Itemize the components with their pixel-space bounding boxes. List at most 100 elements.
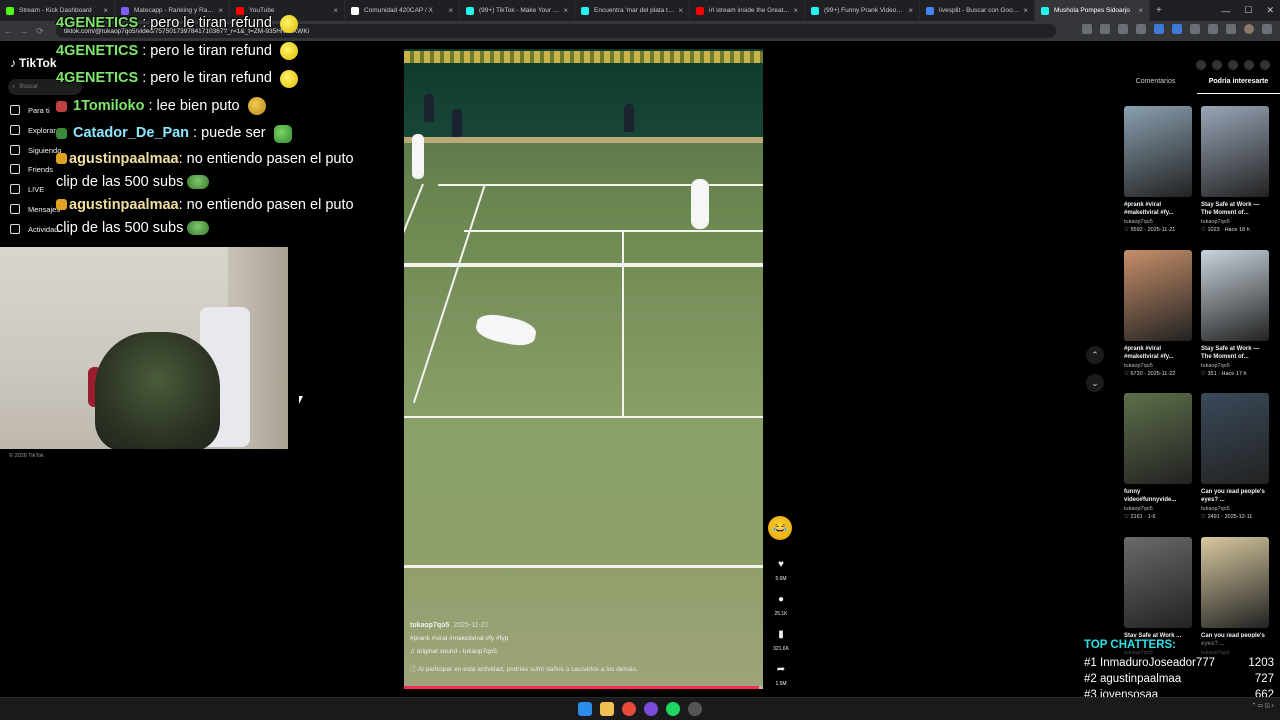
save-action[interactable]: ▮ 321.6K [770, 625, 792, 653]
recommended-video-card[interactable]: Stay Safe at Work —The Moment of... tukao… [1201, 250, 1269, 377]
sidebar-item-3[interactable]: Friends [10, 162, 53, 176]
zoom-icon[interactable] [1118, 24, 1128, 34]
recommended-video-card[interactable]: Can you read people's eyes? ... tukaop7qo… [1201, 393, 1269, 520]
card-title[interactable]: #prank #viral #makeitviral #fy... [1124, 345, 1192, 361]
video-thumbnail[interactable] [1124, 250, 1192, 341]
recommended-video-card[interactable]: #prank #viral #makeitviral #fy... tukaop7… [1124, 250, 1192, 377]
tab-close-icon[interactable]: × [448, 6, 453, 15]
tiktok-video[interactable] [404, 49, 763, 689]
tab-recommended[interactable]: Podría interesarte [1197, 78, 1280, 94]
browser-tab[interactable]: (99+) TikTok - Make Your Day × [460, 0, 575, 21]
video-sound[interactable]: ♫ original sound - tukaop7qo5 [410, 648, 760, 655]
browser-tab[interactable]: Comunidad 420CAP / X × [345, 0, 460, 21]
card-title[interactable]: Can you read people's eyes? ... [1201, 488, 1269, 504]
video-hashtags[interactable]: #prank #viral #makeitviral #fy #fyp [410, 635, 760, 642]
laughing-emoji-icon[interactable]: 😂 [768, 516, 792, 540]
card-author[interactable]: tukaop7qo5 [1201, 363, 1269, 369]
video-author[interactable]: tukaop7qo5 2025-11-21 [410, 622, 760, 629]
windows-start-icon[interactable] [578, 702, 592, 716]
save-count: 321.6K [773, 646, 789, 652]
browser-tab[interactable]: livesplit - Buscar con Google × [920, 0, 1035, 21]
recommended-video-card[interactable]: #prank #viral #makeitviral #fy... tukaop7… [1124, 106, 1192, 233]
reload-icon[interactable]: ⟳ [32, 26, 48, 37]
close-icon[interactable]: ✕ [1266, 5, 1274, 16]
share-action[interactable]: ➦ 1.5M [770, 660, 792, 688]
translate-icon[interactable] [1100, 24, 1110, 34]
video-progress-bar[interactable] [404, 686, 763, 689]
spotify-icon[interactable] [666, 702, 680, 716]
browser-tab[interactable]: Mushola Pompes Sidoarjo × [1035, 0, 1150, 21]
sidebar-item-4[interactable]: LIVE [10, 182, 44, 196]
card-author[interactable]: tukaop7qo5 [1201, 506, 1269, 512]
comment-icon[interactable]: ● [772, 590, 790, 608]
bookmark-icon[interactable]: ▮ [772, 625, 790, 643]
browser-tab[interactable]: Encuentra 'mar del plata tour × [575, 0, 690, 21]
browser-tab[interactable]: irl stream inside the Great Py × [690, 0, 805, 21]
tiktok-logo[interactable]: ♪ TikTok [10, 56, 57, 70]
tab-close-icon[interactable]: × [678, 6, 683, 15]
tab-comments[interactable]: Comentarios [1114, 78, 1197, 94]
tab-favicon-icon [466, 6, 474, 15]
card-title[interactable]: #prank #viral #makeitviral #fy... [1124, 201, 1192, 217]
video-thumbnail[interactable] [1201, 106, 1269, 197]
avatar[interactable] [1260, 60, 1270, 70]
extension-icon[interactable] [1154, 24, 1164, 34]
recommended-video-card[interactable]: Stay Safe at Work —The Moment of... tukao… [1201, 106, 1269, 233]
cast-icon[interactable] [1082, 24, 1092, 34]
extension-icon[interactable] [1172, 24, 1182, 34]
tray-icons[interactable]: ⌃ ▭ ◫ ♪ [1252, 703, 1274, 710]
file-explorer-icon[interactable] [600, 702, 614, 716]
video-thumbnail[interactable] [1124, 106, 1192, 197]
sidebar-item-0[interactable]: Para ti [10, 103, 50, 117]
discord-icon[interactable] [644, 702, 658, 716]
card-title[interactable]: Stay Safe at Work —The Moment of... [1201, 201, 1269, 217]
new-tab-icon[interactable]: + [1150, 5, 1168, 16]
card-author[interactable]: tukaop7qo5 [1124, 219, 1192, 225]
recommended-video-card[interactable]: funny video#funnyvide... tukaop7qo5 ♡ 2161… [1124, 393, 1192, 520]
video-thumbnail[interactable] [1124, 537, 1192, 628]
video-thumbnail[interactable] [1124, 393, 1192, 484]
chat-username: 1Tomiloko [73, 97, 145, 114]
tab-close-icon[interactable]: × [563, 6, 568, 15]
chrome-icon[interactable] [622, 702, 636, 716]
menu-icon[interactable] [1262, 24, 1272, 34]
card-author[interactable]: tukaop7qo5 [1201, 219, 1269, 225]
sidepanel-icon[interactable] [1208, 24, 1218, 34]
download-icon[interactable] [1226, 24, 1236, 34]
sidebar-item-1[interactable]: Explorar [10, 123, 56, 137]
tab-close-icon[interactable]: × [908, 6, 913, 15]
obs-icon[interactable] [688, 702, 702, 716]
tab-close-icon[interactable]: × [1138, 6, 1143, 15]
forward-icon[interactable]: → [16, 26, 32, 36]
sidebar-item-2[interactable]: Siguiendo [10, 143, 61, 157]
panel-icon[interactable] [1196, 60, 1206, 70]
video-thumbnail[interactable] [1201, 537, 1269, 628]
sidebar-item-5[interactable]: Mensajes [10, 202, 60, 216]
video-thumbnail[interactable] [1201, 393, 1269, 484]
back-icon[interactable]: ← [0, 26, 16, 36]
card-author[interactable]: tukaop7qo5 [1124, 506, 1192, 512]
bookmark-icon[interactable] [1136, 24, 1146, 34]
card-title[interactable]: funny video#funnyvide... [1124, 488, 1192, 504]
profile-avatar-icon[interactable] [1244, 24, 1254, 34]
next-video-chevron-down-icon[interactable]: ⌄ [1086, 374, 1104, 392]
minimize-icon[interactable]: — [1221, 6, 1230, 16]
like-action[interactable]: ♥ 5.6M [770, 555, 792, 583]
heart-icon[interactable]: ♥ [772, 555, 790, 573]
card-title[interactable]: Stay Safe at Work —The Moment of... [1201, 345, 1269, 361]
maximize-icon[interactable]: ☐ [1244, 5, 1252, 16]
comment-action[interactable]: ● 25.1K [770, 590, 792, 618]
tab-close-icon[interactable]: × [793, 6, 798, 15]
card-author[interactable]: tukaop7qo5 [1124, 363, 1192, 369]
previous-video-chevron-up-icon[interactable]: ⌃ [1086, 346, 1104, 364]
video-thumbnail[interactable] [1201, 250, 1269, 341]
browser-tab[interactable]: (99+) Funny Prank Videos: Hil × [805, 0, 920, 21]
chatter-count: 1203 [1248, 657, 1274, 669]
tab-close-icon[interactable]: × [1023, 6, 1028, 15]
panel-icon[interactable] [1244, 60, 1254, 70]
puzzle-icon[interactable] [1190, 24, 1200, 34]
sidebar-item-6[interactable]: Actividad [10, 222, 58, 236]
share-icon[interactable]: ➦ [772, 660, 790, 678]
panel-icon[interactable] [1212, 60, 1222, 70]
panel-icon[interactable] [1228, 60, 1238, 70]
